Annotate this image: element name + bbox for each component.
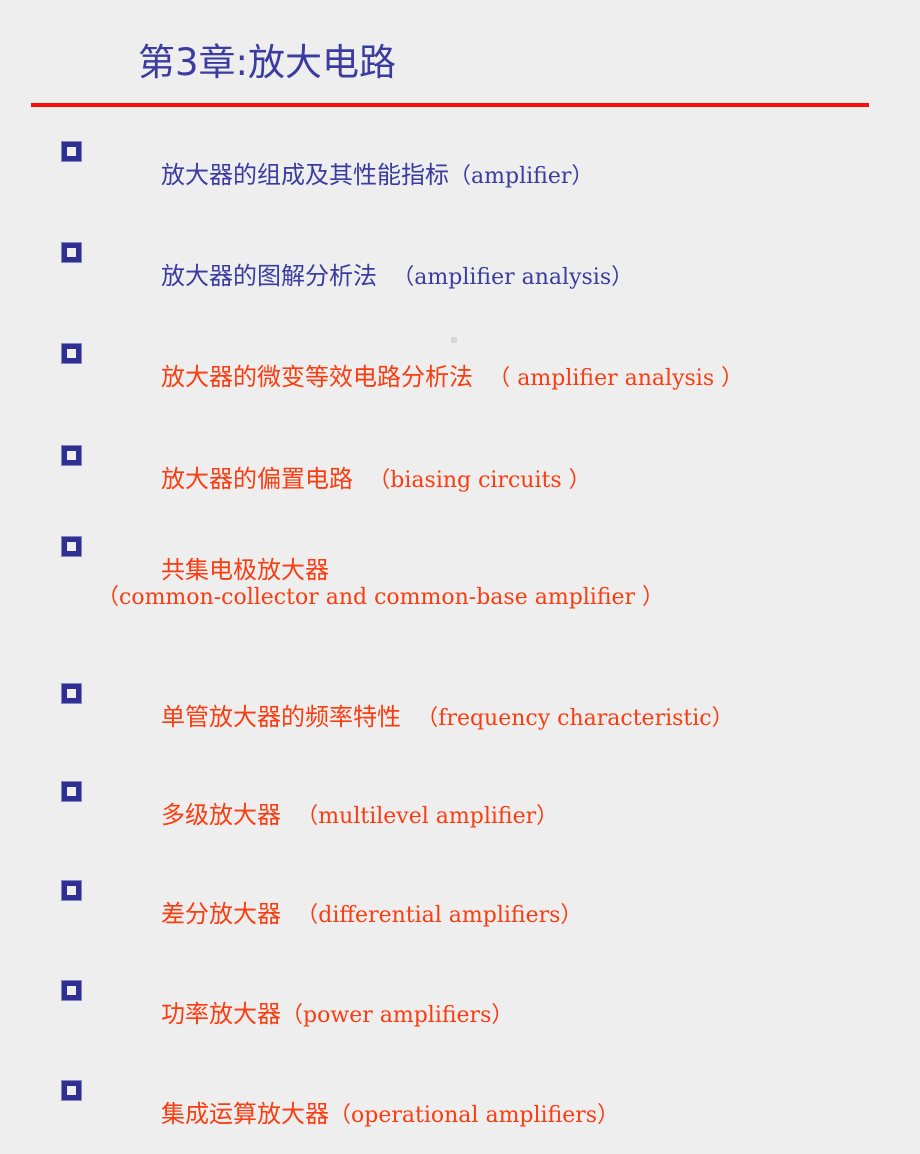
presentation-slide: 第3章:放大电路 放大器的组成及其性能指标（amplifier） 放大器的图解分… [0,0,920,1128]
list-item-text: 放大器的组成及其性能指标（amplifier） [100,138,912,214]
square-outline-bullet-icon [61,536,82,557]
square-outline-bullet-icon [61,781,82,802]
square-outline-bullet-icon [61,445,82,466]
bullet-marker-wrap [61,138,100,162]
list-item[interactable]: 单管放大器的频率特性 （frequency characteristic） [61,680,912,756]
list-item[interactable]: 多级放大器 （multilevel amplifier） [61,778,912,854]
list-item-label-en: （differential amplifiers） [296,903,583,928]
list-item[interactable]: 功率放大器（power amplifiers） [61,977,912,1053]
bullet-marker-wrap [61,680,100,704]
list-item-label-cn: 差分放大器 [161,900,297,928]
list-item[interactable]: 放大器的组成及其性能指标（amplifier） [61,138,912,214]
bullet-marker-wrap [61,877,100,901]
list-item-label-en: （amplifier analysis） [392,265,634,290]
bullet-marker-wrap [61,977,100,1001]
list-item-label-cn: 放大器的偏置电路 [161,465,369,493]
square-outline-bullet-icon [61,980,82,1001]
bullet-marker-wrap [61,442,100,466]
list-item-label-en: （power amplifiers） [281,1003,514,1028]
list-item-label-en: （ amplifier analysis ） [488,366,744,391]
agenda-bullet-list: 放大器的组成及其性能指标（amplifier） 放大器的图解分析法 （ampli… [61,130,912,1153]
square-outline-bullet-icon [61,683,82,704]
list-item[interactable]: 集成运算放大器（operational amplifiers） [61,1077,912,1153]
list-item-label-cn: 单管放大器的频率特性 [161,703,417,731]
list-item-label-en: （frequency characteristic） [416,706,734,731]
list-item-label-en: （multilevel amplifier） [296,804,559,829]
square-outline-bullet-icon [61,880,82,901]
list-item-text: 共集电极放大器 （common-collector and common-base… [97,533,912,660]
list-item-text: 放大器的偏置电路 （biasing circuits ） [100,442,912,518]
title-divider [31,103,869,107]
list-item-label-cn: 放大器的微变等效电路分析法 [161,363,489,391]
square-outline-bullet-icon [61,141,82,162]
list-item-label-en: （amplifier） [449,164,594,189]
list-item[interactable]: 放大器的图解分析法 （amplifier analysis） [61,239,912,315]
list-item-label-cn: 放大器的图解分析法 [161,262,393,290]
bullet-marker-wrap [61,533,100,557]
square-outline-bullet-icon [61,1080,82,1101]
list-item[interactable]: 放大器的微变等效电路分析法 （ amplifier analysis ） [61,340,912,416]
list-item[interactable]: 共集电极放大器 （common-collector and common-base… [61,533,912,660]
list-item-text: 差分放大器 （differential amplifiers） [100,877,912,953]
list-item-label-en-secondline: （common-collector and common-base amplif… [97,585,665,610]
list-item-label-cn: 功率放大器 [161,1000,282,1028]
square-outline-bullet-icon [61,242,82,263]
page-title: 第3章:放大电路 [138,41,397,84]
bullet-marker-wrap [61,778,100,802]
list-item-label-cn: 多级放大器 [161,801,297,829]
square-outline-bullet-icon [61,343,82,364]
list-item-text: 放大器的图解分析法 （amplifier analysis） [100,239,912,315]
list-item-label-cn: 共集电极放大器 [161,556,330,584]
bullet-marker-wrap [61,239,100,263]
bullet-marker-wrap [61,1077,100,1101]
list-item-text: 多级放大器 （multilevel amplifier） [100,778,912,854]
list-item[interactable]: 放大器的偏置电路 （biasing circuits ） [61,442,912,518]
list-item-text: 单管放大器的频率特性 （frequency characteristic） [100,680,912,756]
list-item-text: 放大器的微变等效电路分析法 （ amplifier analysis ） [100,340,912,416]
list-item-label-cn: 放大器的组成及其性能指标 [161,161,450,189]
list-item-label-en: （operational amplifiers） [329,1103,620,1128]
list-item-label-cn: 集成运算放大器 [161,1100,330,1128]
list-item-text: 功率放大器（power amplifiers） [100,977,912,1053]
list-item-label-en: （biasing circuits ） [368,468,591,493]
list-item[interactable]: 差分放大器 （differential amplifiers） [61,877,912,953]
list-item-text: 集成运算放大器（operational amplifiers） [100,1077,912,1153]
bullet-marker-wrap [61,340,100,364]
